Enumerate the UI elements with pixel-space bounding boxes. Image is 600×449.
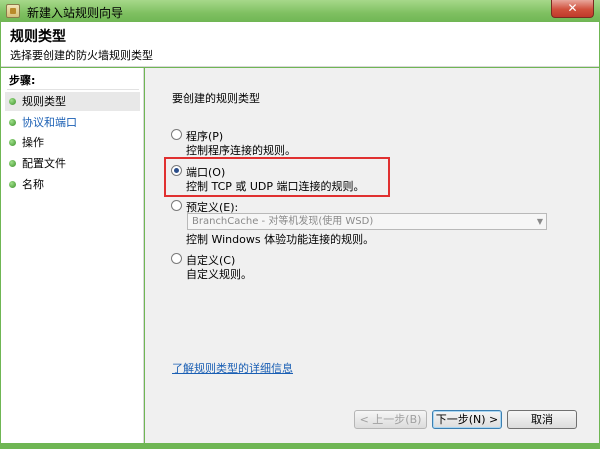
option-description: 控制 Windows 体验功能连接的规则。 bbox=[186, 233, 375, 246]
back-button[interactable]: < 上一步(B) bbox=[354, 410, 427, 429]
cancel-button[interactable]: 取消 bbox=[507, 410, 577, 429]
wizard-header: 规则类型 选择要创建的防火墙规则类型 bbox=[1, 22, 599, 67]
firewall-app-icon bbox=[6, 4, 20, 18]
step-bullet-icon bbox=[9, 119, 16, 126]
option-description: 控制程序连接的规则。 bbox=[186, 144, 296, 157]
option-predefined-desc: 控制 Windows 体验功能连接的规则。 bbox=[171, 231, 551, 246]
close-button[interactable]: ✕ bbox=[551, 0, 594, 18]
page-title: 规则类型 bbox=[10, 29, 66, 45]
window-frame-bottom bbox=[0, 443, 600, 449]
radio-predefined[interactable] bbox=[171, 200, 182, 211]
step-protocol-ports[interactable]: 协议和端口 bbox=[5, 113, 140, 132]
option-custom[interactable]: 自定义(C) 自定义规则。 bbox=[171, 252, 551, 281]
step-action[interactable]: 操作 bbox=[5, 133, 140, 152]
step-label: 名称 bbox=[22, 178, 44, 191]
option-description: 自定义规则。 bbox=[186, 268, 252, 281]
predefined-select[interactable]: BranchCache - 对等机发现(使用 WSD) ▼ bbox=[187, 213, 547, 230]
steps-sidebar: 步骤: 规则类型 协议和端口 操作 配置文件 名称 bbox=[1, 68, 144, 443]
steps-heading: 步骤: bbox=[9, 74, 36, 87]
step-label: 规则类型 bbox=[22, 95, 66, 108]
option-program[interactable]: 程序(P) 控制程序连接的规则。 bbox=[171, 128, 551, 157]
content-panel: 要创建的规则类型 程序(P) 控制程序连接的规则。 端口(O) 控制 TCP 或… bbox=[145, 68, 599, 443]
step-bullet-icon bbox=[9, 139, 16, 146]
step-profile[interactable]: 配置文件 bbox=[5, 154, 140, 173]
step-label: 协议和端口 bbox=[22, 116, 77, 129]
window-title: 新建入站规则向导 bbox=[27, 6, 124, 20]
step-bullet-icon bbox=[9, 98, 16, 105]
predefined-select-value: BranchCache - 对等机发现(使用 WSD) bbox=[192, 216, 374, 227]
step-bullet-icon bbox=[9, 160, 16, 167]
radio-program[interactable] bbox=[171, 129, 182, 140]
next-button[interactable]: 下一步(N) > bbox=[432, 410, 502, 429]
dropdown-arrow-icon: ▼ bbox=[536, 217, 543, 226]
steps-divider bbox=[7, 89, 139, 90]
step-bullet-icon bbox=[9, 181, 16, 188]
learn-more-link[interactable]: 了解规则类型的详细信息 bbox=[172, 360, 293, 376]
option-predefined[interactable]: 预定义(E): bbox=[171, 199, 551, 214]
rule-type-question: 要创建的规则类型 bbox=[172, 92, 260, 105]
step-name[interactable]: 名称 bbox=[5, 175, 140, 194]
radio-custom[interactable] bbox=[171, 253, 182, 264]
step-rule-type[interactable]: 规则类型 bbox=[5, 92, 140, 111]
step-label: 配置文件 bbox=[22, 157, 66, 170]
page-subtitle: 选择要创建的防火墙规则类型 bbox=[10, 49, 153, 62]
title-bar[interactable]: 新建入站规则向导 ✕ bbox=[0, 0, 600, 22]
step-label: 操作 bbox=[22, 136, 44, 149]
port-option-highlight bbox=[164, 157, 390, 197]
